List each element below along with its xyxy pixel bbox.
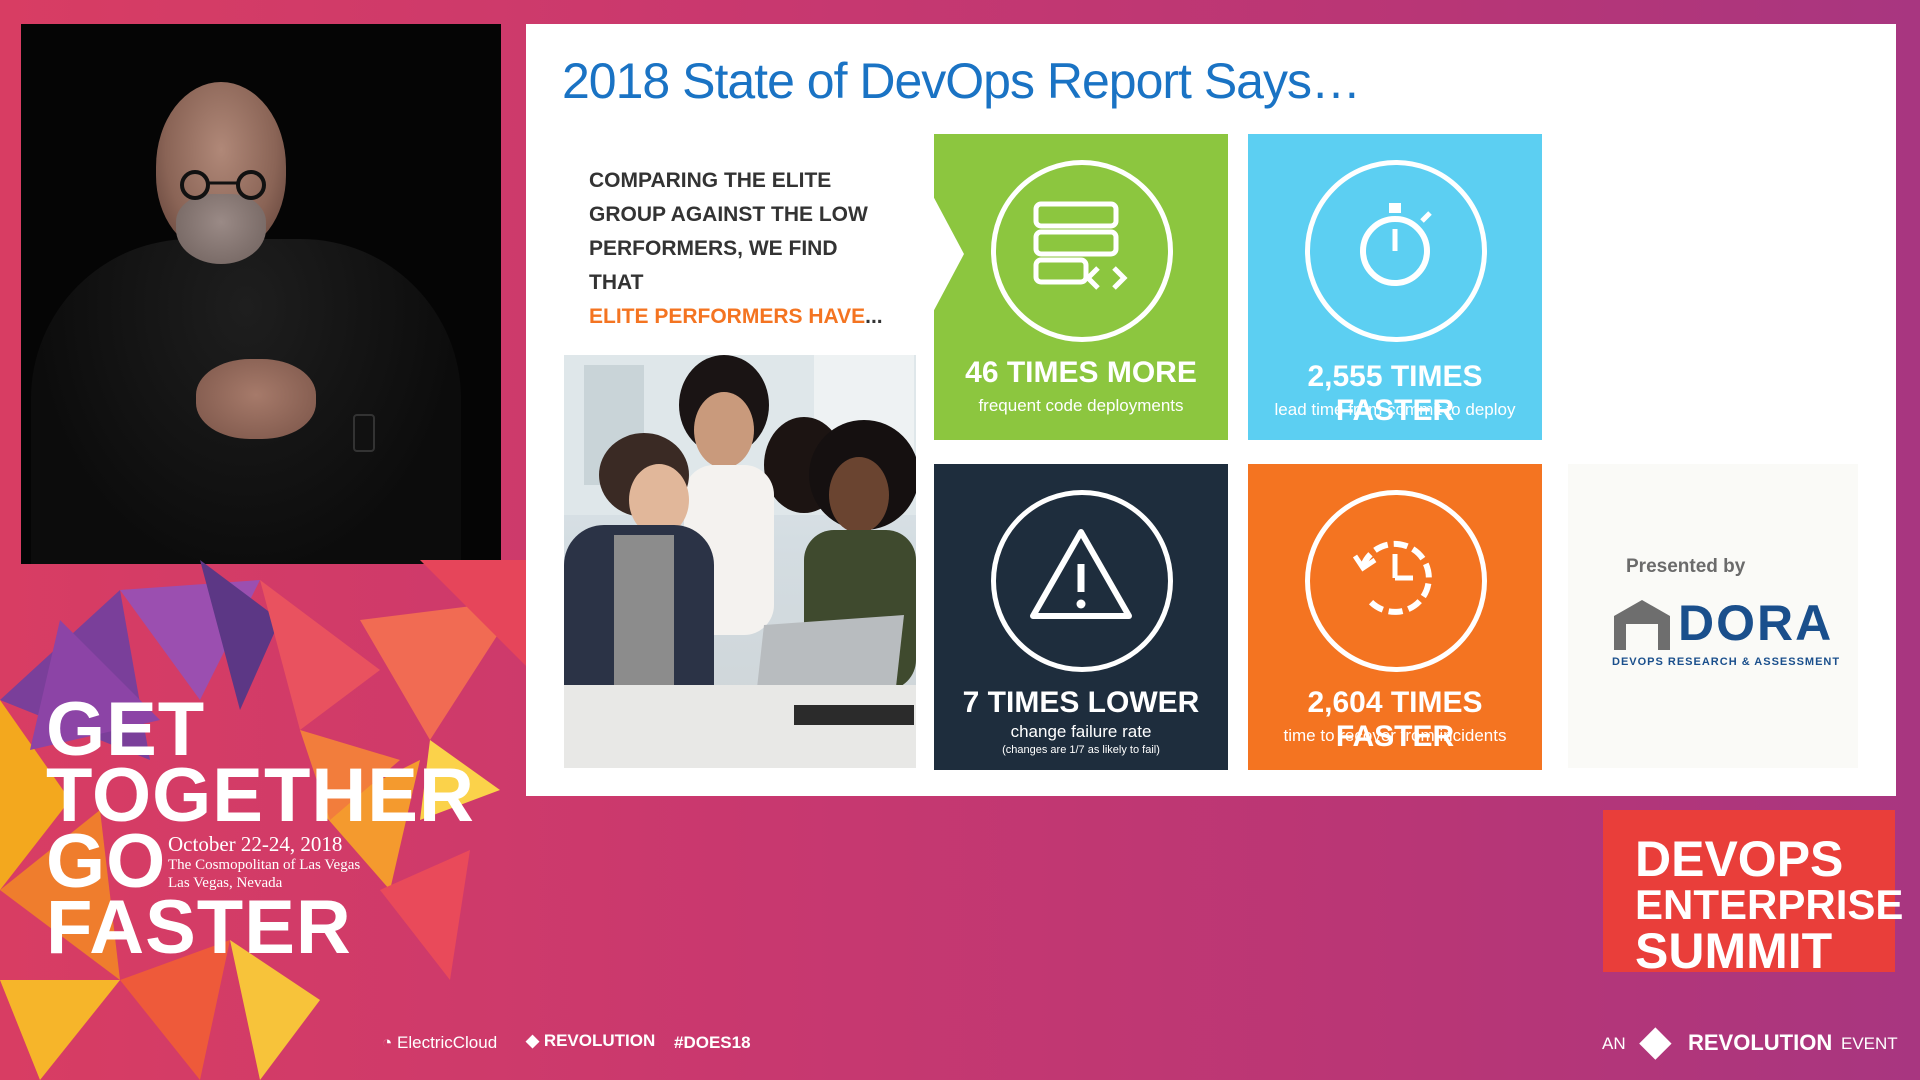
summit-line: SUMMIT [1635, 923, 1833, 979]
presented-by-label: Presented by [1626, 556, 1746, 577]
clock-recover-icon [1352, 540, 1432, 615]
server-code-icon [1033, 201, 1128, 290]
itrevolution-logo-icon: ◆ [1640, 1019, 1671, 1063]
itrevolution-icon: ◆ [526, 1031, 540, 1050]
team-photo [564, 355, 916, 768]
stat-tile-failure-rate: 7 TIMES LOWER change failure rate (chang… [934, 464, 1228, 770]
stat-tile-recovery: 2,604 TIMES FASTER time to recover from … [1248, 464, 1542, 770]
arrow-notch [932, 194, 964, 314]
slide-title: 2018 State of DevOps Report Says… [562, 53, 1361, 109]
stat-description: change failure rate [1010, 722, 1152, 741]
warning-icon [1030, 529, 1132, 619]
footer-revolution: REVOLUTION [1688, 1030, 1833, 1055]
intro-line-highlight: ELITE PERFORMERS HAVE... [589, 300, 889, 334]
speaker-beard [176, 194, 266, 264]
summit-line: ENTERPRISE [1635, 881, 1904, 928]
summit-line: DEVOPS [1635, 831, 1844, 887]
stat-tile-deployments: 46 TIMES MORE frequent code deployments [932, 134, 1228, 440]
event-title-line: FASTER [46, 885, 352, 970]
stat-tile-lead-time: 2,555 TIMES FASTER lead time from commit… [1248, 134, 1542, 440]
footer-event: EVENT [1841, 1034, 1898, 1053]
intro-text: COMPARING THE ELITE GROUP AGAINST THE LO… [589, 164, 889, 334]
event-hashtag: #DOES18 [674, 1033, 751, 1052]
glasses-icon [180, 170, 266, 200]
stat-footnote: (changes are 1/7 as likely to fail) [1002, 744, 1160, 756]
intro-line: GROUP AGAINST THE LOW [589, 203, 868, 226]
team-photo-illustration [564, 355, 916, 768]
presentation-slide: 2018 State of DevOps Report Says… COMPAR… [526, 24, 1896, 796]
sponsor-label: REVOLUTION [543, 1031, 656, 1050]
footer-an: AN [1602, 1034, 1626, 1053]
ellipsis: ... [865, 305, 883, 328]
stat-value: 46 TIMES MORE [965, 356, 1197, 389]
event-date: October 22-24, 2018 [168, 832, 343, 856]
dora-logo-block: Presented by DORA DEVOPS RESEARCH & ASSE… [1568, 464, 1858, 768]
stat-value: 7 TIMES LOWER [962, 686, 1200, 719]
summit-logo-box: DEVOPS ENTERPRISE SUMMIT [1603, 810, 1904, 979]
event-city: Las Vegas, Nevada [168, 875, 283, 891]
sponsor-label: ElectricCloud [397, 1033, 498, 1052]
electriccloud-icon: ◔ [382, 1033, 393, 1052]
stat-description: lead time from commit to deploy [1274, 400, 1516, 419]
sponsor-itrevolution: ◆ REVOLUTION [526, 1031, 655, 1051]
dora-name: DORA [1678, 595, 1834, 651]
smartwatch [353, 414, 375, 452]
highlight-text: ELITE PERFORMERS HAVE [589, 305, 866, 328]
dora-subtitle: DEVOPS RESEARCH & ASSESSMENT [1612, 656, 1841, 668]
speaker-video [21, 24, 501, 564]
stat-description: time to recover from incidents [1283, 726, 1507, 745]
sponsor-electriccloud: ◔ ElectricCloud [382, 1033, 497, 1053]
intro-line: COMPARING THE ELITE [589, 169, 832, 192]
stopwatch-icon [1360, 203, 1432, 286]
intro-line: PERFORMERS, WE FIND THAT [589, 237, 838, 294]
speaker-hands [196, 359, 316, 439]
dora-house-icon [1614, 600, 1670, 650]
event-venue: The Cosmopolitan of Las Vegas [168, 857, 361, 873]
stat-description: frequent code deployments [978, 396, 1184, 415]
